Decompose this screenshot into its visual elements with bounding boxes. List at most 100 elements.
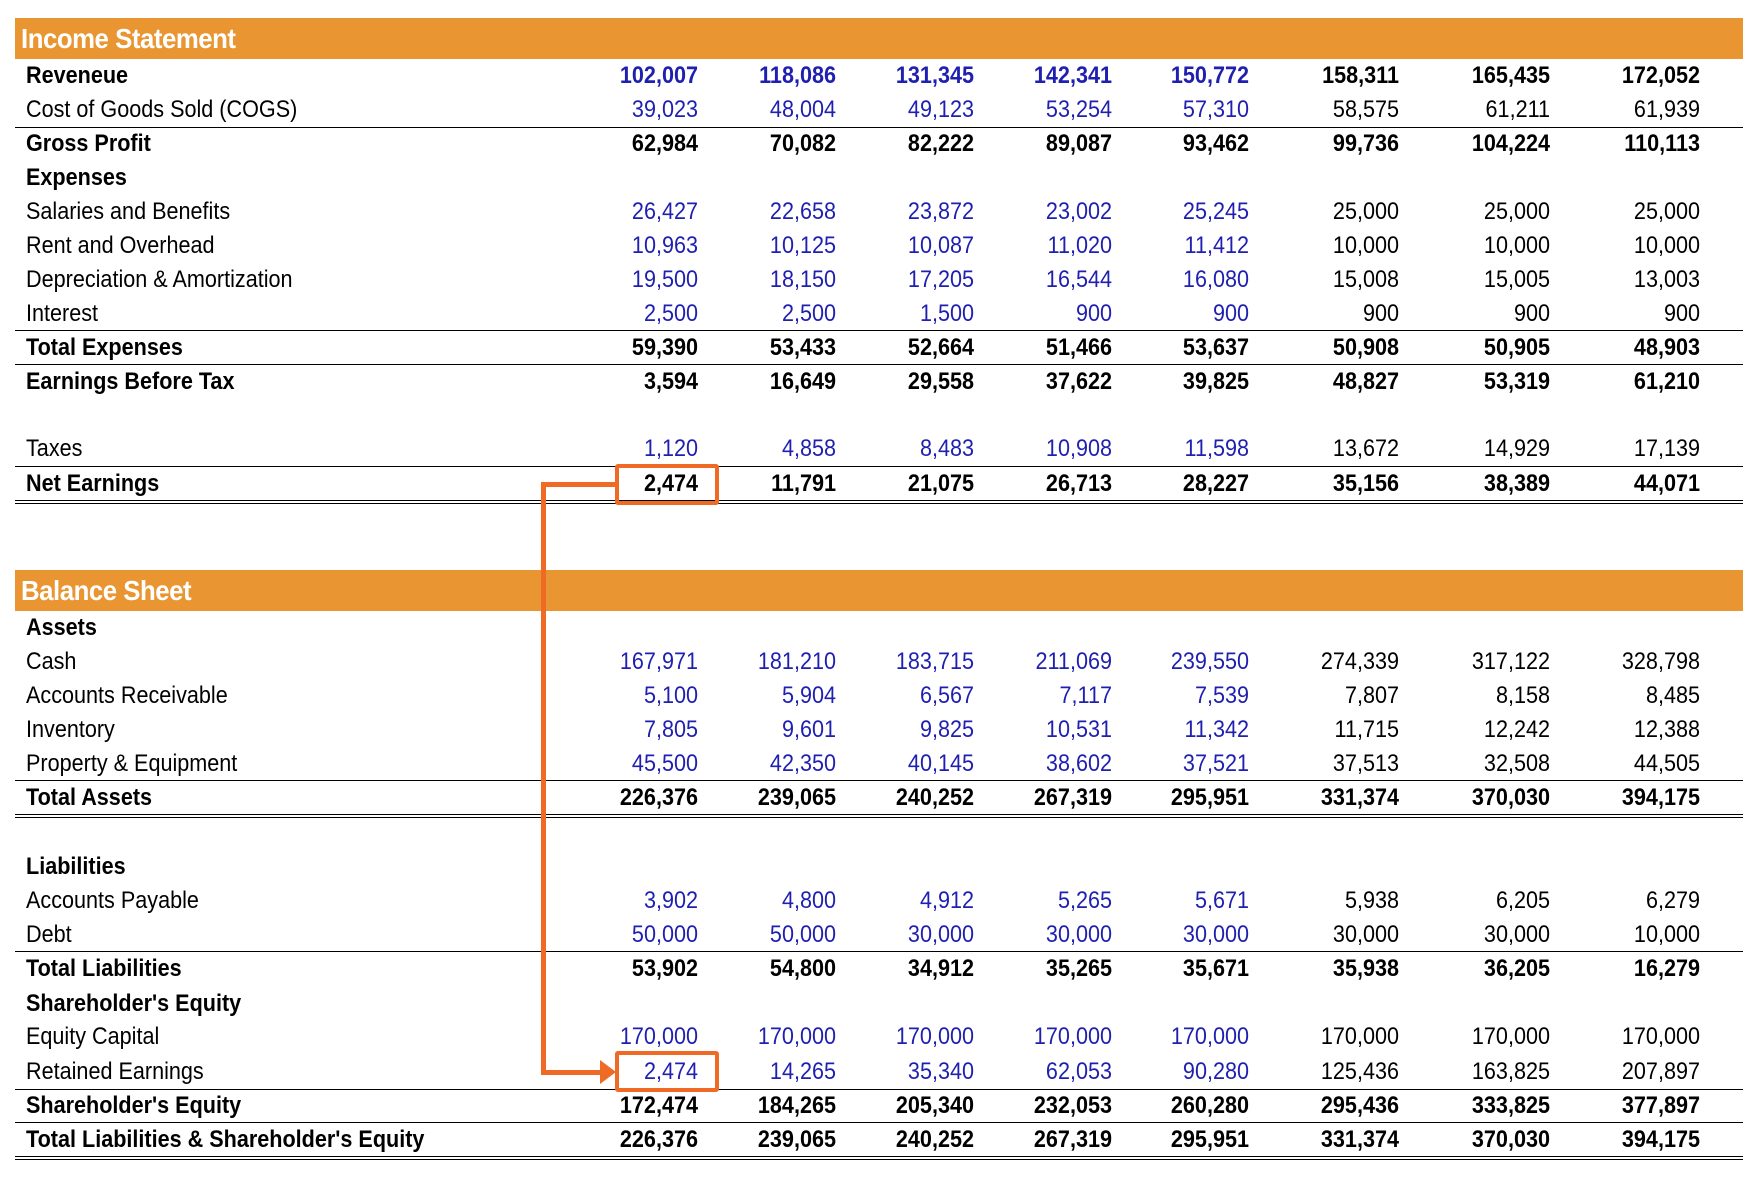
value-cell[interactable]: 142,341 <box>986 59 1112 93</box>
value-cell[interactable]: 50,000 <box>572 918 698 952</box>
value-cell[interactable]: 4,858 <box>710 432 836 466</box>
value-cell[interactable]: 25,000 <box>1574 195 1700 229</box>
value-cell[interactable]: 50,908 <box>1273 331 1399 365</box>
value-cell[interactable]: 61,939 <box>1574 93 1700 127</box>
value-cell[interactable]: 317,122 <box>1424 645 1550 679</box>
value-cell[interactable]: 39,825 <box>1123 365 1249 399</box>
value-cell[interactable]: 260,280 <box>1123 1089 1249 1123</box>
value-cell[interactable]: 23,002 <box>986 195 1112 229</box>
value-cell[interactable]: 11,715 <box>1273 713 1399 747</box>
value-cell[interactable]: 170,000 <box>1273 1020 1399 1054</box>
value-cell[interactable]: 170,000 <box>1424 1020 1550 1054</box>
value-cell[interactable]: 7,117 <box>986 679 1112 713</box>
value-cell[interactable]: 30,000 <box>848 918 974 952</box>
value-cell[interactable]: 267,319 <box>986 1123 1112 1157</box>
value-cell[interactable]: 37,513 <box>1273 747 1399 781</box>
value-cell[interactable]: 10,000 <box>1574 918 1700 952</box>
value-cell[interactable]: 49,123 <box>848 93 974 127</box>
value-cell[interactable]: 30,000 <box>1123 918 1249 952</box>
value-cell[interactable]: 170,000 <box>986 1020 1112 1054</box>
value-cell[interactable]: 10,963 <box>572 229 698 263</box>
value-cell[interactable]: 17,139 <box>1574 432 1700 466</box>
value-cell[interactable]: 170,000 <box>1123 1020 1249 1054</box>
value-cell[interactable]: 10,087 <box>848 229 974 263</box>
value-cell[interactable]: 53,902 <box>572 952 698 986</box>
value-cell[interactable]: 4,800 <box>710 884 836 918</box>
value-cell[interactable]: 50,905 <box>1424 331 1550 365</box>
value-cell[interactable]: 48,004 <box>710 93 836 127</box>
value-cell[interactable]: 35,671 <box>1123 952 1249 986</box>
value-cell[interactable]: 232,053 <box>986 1089 1112 1123</box>
value-cell[interactable]: 44,505 <box>1574 747 1700 781</box>
value-cell[interactable]: 900 <box>1574 297 1700 331</box>
value-cell[interactable]: 30,000 <box>986 918 1112 952</box>
value-cell[interactable]: 53,433 <box>710 331 836 365</box>
value-cell[interactable]: 9,601 <box>710 713 836 747</box>
value-cell[interactable]: 53,637 <box>1123 331 1249 365</box>
value-cell[interactable]: 5,671 <box>1123 884 1249 918</box>
value-cell[interactable]: 3,594 <box>572 365 698 399</box>
value-cell[interactable]: 25,000 <box>1424 195 1550 229</box>
value-cell[interactable]: 8,485 <box>1574 679 1700 713</box>
value-cell[interactable]: 37,622 <box>986 365 1112 399</box>
value-cell[interactable]: 183,715 <box>848 645 974 679</box>
value-cell[interactable]: 10,531 <box>986 713 1112 747</box>
value-cell[interactable]: 90,280 <box>1123 1055 1249 1089</box>
value-cell[interactable]: 45,500 <box>572 747 698 781</box>
value-cell[interactable]: 25,000 <box>1273 195 1399 229</box>
value-cell[interactable]: 239,065 <box>710 781 836 815</box>
value-cell[interactable]: 1,500 <box>848 297 974 331</box>
value-cell[interactable]: 10,000 <box>1273 229 1399 263</box>
value-cell[interactable]: 226,376 <box>572 781 698 815</box>
value-cell[interactable]: 13,672 <box>1273 432 1399 466</box>
value-cell[interactable]: 10,000 <box>1424 229 1550 263</box>
value-cell[interactable]: 61,210 <box>1574 365 1700 399</box>
value-cell[interactable]: 18,150 <box>710 263 836 297</box>
value-cell[interactable]: 240,252 <box>848 1123 974 1157</box>
value-cell[interactable]: 295,951 <box>1123 1123 1249 1157</box>
value-cell[interactable]: 295,436 <box>1273 1089 1399 1123</box>
value-cell[interactable]: 10,000 <box>1574 229 1700 263</box>
value-cell[interactable]: 38,389 <box>1424 467 1550 501</box>
value-cell[interactable]: 89,087 <box>986 127 1112 161</box>
value-cell[interactable]: 331,374 <box>1273 781 1399 815</box>
value-cell[interactable]: 900 <box>986 297 1112 331</box>
value-cell[interactable]: 52,664 <box>848 331 974 365</box>
value-cell[interactable]: 26,713 <box>986 467 1112 501</box>
value-cell[interactable]: 12,388 <box>1574 713 1700 747</box>
value-cell[interactable]: 370,030 <box>1424 1123 1550 1157</box>
value-cell[interactable]: 11,791 <box>710 467 836 501</box>
value-cell[interactable]: 17,205 <box>848 263 974 297</box>
value-cell[interactable]: 900 <box>1273 297 1399 331</box>
value-cell[interactable]: 331,374 <box>1273 1123 1399 1157</box>
value-cell[interactable]: 205,340 <box>848 1089 974 1123</box>
value-cell[interactable]: 240,252 <box>848 781 974 815</box>
value-cell[interactable]: 900 <box>1424 297 1550 331</box>
value-cell[interactable]: 30,000 <box>1273 918 1399 952</box>
value-cell[interactable]: 42,350 <box>710 747 836 781</box>
value-cell[interactable]: 51,466 <box>986 331 1112 365</box>
value-cell[interactable]: 22,658 <box>710 195 836 229</box>
value-cell[interactable]: 62,984 <box>572 127 698 161</box>
value-cell[interactable]: 394,175 <box>1574 1123 1700 1157</box>
value-cell[interactable]: 10,908 <box>986 432 1112 466</box>
value-cell[interactable]: 5,100 <box>572 679 698 713</box>
value-cell[interactable]: 2,500 <box>572 297 698 331</box>
value-cell[interactable]: 11,020 <box>986 229 1112 263</box>
value-cell[interactable]: 102,007 <box>572 59 698 93</box>
value-cell[interactable]: 172,052 <box>1574 59 1700 93</box>
value-cell[interactable]: 295,951 <box>1123 781 1249 815</box>
value-cell[interactable]: 333,825 <box>1424 1089 1550 1123</box>
value-cell[interactable]: 394,175 <box>1574 781 1700 815</box>
value-cell[interactable]: 900 <box>1123 297 1249 331</box>
value-cell[interactable]: 38,602 <box>986 747 1112 781</box>
value-cell[interactable]: 158,311 <box>1273 59 1399 93</box>
value-cell[interactable]: 3,902 <box>572 884 698 918</box>
value-cell[interactable]: 54,800 <box>710 952 836 986</box>
value-cell[interactable]: 14,929 <box>1424 432 1550 466</box>
value-cell[interactable]: 93,462 <box>1123 127 1249 161</box>
value-cell[interactable]: 170,000 <box>572 1020 698 1054</box>
value-cell[interactable]: 125,436 <box>1273 1055 1399 1089</box>
value-cell[interactable]: 267,319 <box>986 781 1112 815</box>
value-cell[interactable]: 28,227 <box>1123 467 1249 501</box>
